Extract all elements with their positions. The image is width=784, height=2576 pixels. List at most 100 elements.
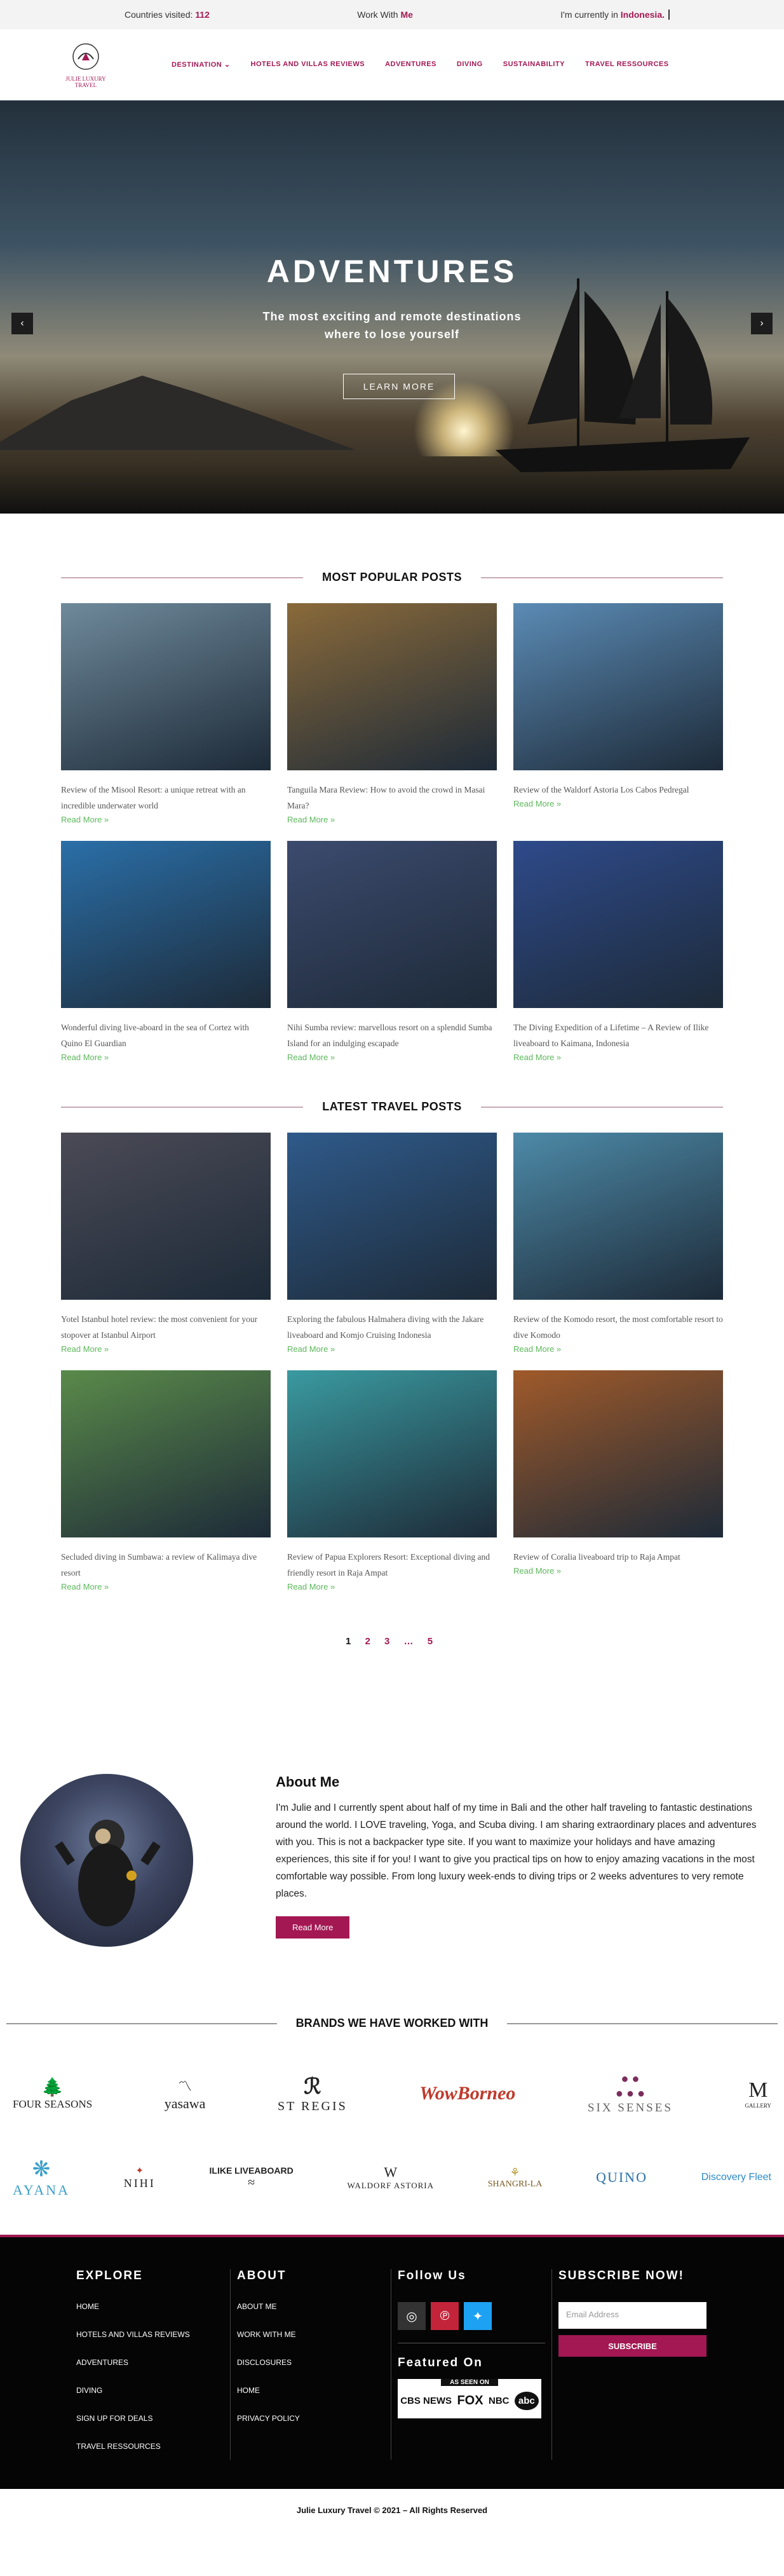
brand-wowborneo-logo[interactable]: WowBorneo (419, 2083, 515, 2104)
read-more-link[interactable]: Read More » (287, 815, 497, 824)
post-thumbnail[interactable] (513, 841, 723, 1008)
read-more-link[interactable]: Read More » (61, 815, 271, 824)
instagram-icon[interactable]: ◎ (398, 2302, 426, 2330)
brand-waldorf-astoria-logo[interactable]: W WALDORF ASTORIA (348, 2164, 434, 2191)
post-title[interactable]: The Diving Expedition of a Lifetime – A … (513, 1019, 723, 1051)
post-title[interactable]: Secluded diving in Sumbawa: a review of … (61, 1549, 271, 1581)
post-card[interactable]: Review of the Misool Resort: a unique re… (61, 603, 271, 824)
footer-link[interactable]: DIVING (76, 2386, 224, 2395)
post-title[interactable]: Review of Papua Explorers Resort: Except… (287, 1549, 497, 1581)
read-more-link[interactable]: Read More » (61, 1582, 271, 1591)
post-card[interactable]: Review of Coralia liveaboard trip to Raj… (513, 1370, 723, 1591)
brand-discovery-fleet-logo[interactable]: Discovery Fleet (701, 2172, 771, 2183)
twitter-icon[interactable]: ✦ (464, 2302, 492, 2330)
post-card[interactable]: The Diving Expedition of a Lifetime – A … (513, 841, 723, 1062)
post-thumbnail[interactable] (513, 1370, 723, 1537)
page-1[interactable]: 1 (346, 1636, 356, 1647)
learn-more-button[interactable]: LEARN MORE (343, 374, 455, 399)
post-thumbnail[interactable] (61, 1370, 271, 1537)
footer-link[interactable]: ABOUT ME (237, 2302, 384, 2311)
read-more-link[interactable]: Read More » (287, 1582, 497, 1591)
brand-st-regis-logo[interactable]: ℛ ST REGIS (278, 2074, 348, 2114)
cbs-news-logo: CBS NEWS (400, 2395, 452, 2406)
read-more-link[interactable]: Read More » (513, 1566, 723, 1576)
post-thumbnail[interactable] (287, 841, 497, 1008)
popular-posts-grid: Review of the Misool Resort: a unique re… (61, 603, 723, 1062)
post-title[interactable]: Review of the Waldorf Astoria Los Cabos … (513, 782, 723, 798)
nav-travel-ressources[interactable]: TRAVEL RESSOURCES (585, 60, 669, 69)
footer-link[interactable]: DISCLOSURES (237, 2358, 384, 2367)
post-title[interactable]: Review of the Misool Resort: a unique re… (61, 782, 271, 814)
page-2[interactable]: 2 (365, 1636, 375, 1647)
post-card[interactable]: Review of Papua Explorers Resort: Except… (287, 1370, 497, 1591)
pagination: 1 2 3 … 5 (0, 1636, 784, 1647)
slider-prev-button[interactable]: ‹ (11, 313, 33, 334)
read-more-link[interactable]: Read More » (61, 1344, 271, 1354)
page-3[interactable]: 3 (384, 1636, 395, 1647)
site-logo[interactable]: JULIE LUXURY TRAVEL (57, 41, 114, 88)
footer-link[interactable]: HOTELS AND VILLAS REVIEWS (76, 2330, 224, 2339)
post-thumbnail[interactable] (287, 1133, 497, 1300)
nav-sustainability[interactable]: SUSTAINABILITY (503, 60, 565, 69)
footer-link[interactable]: HOME (76, 2302, 224, 2311)
post-thumbnail[interactable] (287, 1370, 497, 1537)
post-thumbnail[interactable] (61, 1133, 271, 1300)
work-with-me-link[interactable]: Work With Me (357, 10, 413, 20)
footer-follow: Follow Us ◎ ℗ ✦ Featured On AS SEEN ON C… (391, 2269, 552, 2460)
post-title[interactable]: Yotel Istanbul hotel review: the most co… (61, 1311, 271, 1343)
read-more-link[interactable]: Read More » (287, 1053, 497, 1062)
post-card[interactable]: Exploring the fabulous Halmahera diving … (287, 1133, 497, 1354)
footer-link[interactable]: PRIVACY POLICY (237, 2414, 384, 2423)
brand-yasawa-logo[interactable]: 〽 yasawa (165, 2075, 206, 2112)
email-input[interactable]: Email Address (558, 2302, 706, 2329)
brand-ilike-liveaboard-logo[interactable]: ILIKE LIVEABOARD ≈ (210, 2165, 294, 2190)
footer-link[interactable]: WORK WITH ME (237, 2330, 384, 2339)
brand-six-senses-logo[interactable]: ● ● ● ● ● SIX SENSES (588, 2072, 673, 2115)
brand-nihi-logo[interactable]: ✦ NIHI (124, 2165, 156, 2190)
footer-link[interactable]: ADVENTURES (76, 2358, 224, 2367)
post-card[interactable]: Review of the Komodo resort, the most co… (513, 1133, 723, 1354)
post-card[interactable]: Yotel Istanbul hotel review: the most co… (61, 1133, 271, 1354)
post-card[interactable]: Review of the Waldorf Astoria Los Cabos … (513, 603, 723, 824)
brand-quino-logo[interactable]: QUINO (596, 2169, 647, 2186)
footer-link[interactable]: SIGN UP FOR DEALS (76, 2414, 224, 2423)
brand-shangri-la-logo[interactable]: ⚘ SHANGRI-LA (488, 2166, 543, 2190)
post-thumbnail[interactable] (61, 603, 271, 770)
brand-ayana-logo[interactable]: ❋ AYANA (13, 2157, 70, 2198)
nbc-logo: NBC (488, 2395, 510, 2406)
about-read-more-button[interactable]: Read More (276, 1916, 350, 1939)
post-thumbnail[interactable] (61, 841, 271, 1008)
post-title[interactable]: Nihi Sumba review: marvellous resort on … (287, 1019, 497, 1051)
read-more-link[interactable]: Read More » (513, 799, 723, 808)
footer-explore-title: EXPLORE (76, 2269, 143, 2282)
post-card[interactable]: Tanguila Mara Review: How to avoid the c… (287, 603, 497, 824)
post-title[interactable]: Wonderful diving live-aboard in the sea … (61, 1019, 271, 1051)
read-more-link[interactable]: Read More » (513, 1053, 723, 1062)
read-more-link[interactable]: Read More » (287, 1344, 497, 1354)
footer-link[interactable]: HOME (237, 2386, 384, 2395)
post-thumbnail[interactable] (287, 603, 497, 770)
subscribe-button[interactable]: SUBSCRIBE (558, 2335, 706, 2357)
post-title[interactable]: Review of Coralia liveaboard trip to Raj… (513, 1549, 723, 1565)
nav-diving[interactable]: DIVING (457, 60, 483, 69)
post-card[interactable]: Nihi Sumba review: marvellous resort on … (287, 841, 497, 1062)
read-more-link[interactable]: Read More » (61, 1053, 271, 1062)
nav-adventures[interactable]: ADVENTURES (385, 60, 436, 69)
popular-posts-header: MOST POPULAR POSTS (61, 571, 723, 584)
post-thumbnail[interactable] (513, 603, 723, 770)
post-card[interactable]: Secluded diving in Sumbawa: a review of … (61, 1370, 271, 1591)
post-title[interactable]: Tanguila Mara Review: How to avoid the c… (287, 782, 497, 814)
brand-four-seasons-logo[interactable]: 🌲 FOUR SEASONS (13, 2076, 92, 2111)
nav-hotels-villas[interactable]: HOTELS AND VILLAS REVIEWS (251, 60, 365, 69)
post-thumbnail[interactable] (513, 1133, 723, 1300)
brand-gallery-logo[interactable]: M GALLERY (745, 2078, 771, 2109)
page-5[interactable]: 5 (428, 1636, 438, 1647)
post-title[interactable]: Review of the Komodo resort, the most co… (513, 1311, 723, 1343)
slider-next-button[interactable]: › (751, 313, 773, 334)
read-more-link[interactable]: Read More » (513, 1344, 723, 1354)
post-title[interactable]: Exploring the fabulous Halmahera diving … (287, 1311, 497, 1343)
post-card[interactable]: Wonderful diving live-aboard in the sea … (61, 841, 271, 1062)
footer-link[interactable]: TRAVEL RESSOURCES (76, 2442, 224, 2451)
nav-destination[interactable]: DESTINATION ⌄ (172, 60, 231, 69)
pinterest-icon[interactable]: ℗ (431, 2302, 459, 2330)
